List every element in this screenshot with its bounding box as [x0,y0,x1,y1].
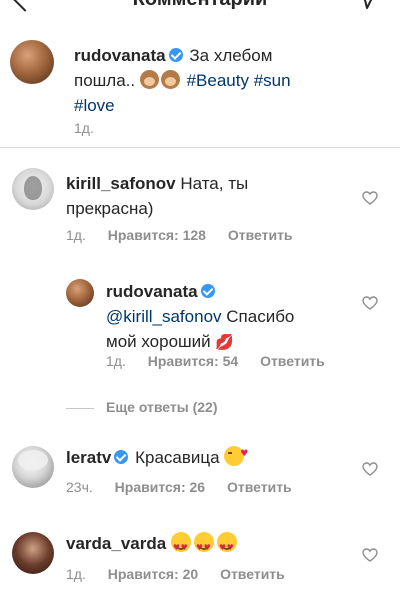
comment-meta: 1д. Нравится: 54 Ответить [106,353,343,369]
hashtag-sun[interactable]: #sun [254,71,291,90]
more-replies-divider [66,408,94,409]
face-blowing-kiss-icon [224,442,248,467]
caption-time: 1д. [74,120,94,136]
verified-badge-icon [114,450,129,464]
more-replies-button[interactable]: Еще ответы (22) [106,399,218,415]
page-title: Комментарии [0,0,400,11]
comment-likes[interactable]: Нравится: 26 [115,479,205,495]
comment-text-line1: Спасибо [226,307,295,326]
mention-link[interactable]: @kirill_safonov [106,307,222,326]
comment-username[interactable]: varda_varda [66,534,166,553]
heart-icon[interactable] [362,296,378,310]
caption-text: rudovanata За хлебом пошла.. #Beauty #su… [74,43,374,118]
hashtag-beauty[interactable]: #Beauty [187,71,249,90]
comment-likes[interactable]: Нравится: 54 [148,353,238,369]
avatar[interactable] [12,446,54,488]
reply-button[interactable]: Ответить [227,479,292,495]
comment-username[interactable]: rudovanata [106,282,198,301]
comment-text: leratv Красавица [66,442,346,470]
heart-icon[interactable] [362,548,378,562]
avatar[interactable] [12,532,54,574]
comment-text-line1: Ната, ты [180,174,249,193]
comment-time: 1д. [66,566,86,582]
heart-eyes-icon [193,532,214,560]
avatar[interactable] [66,279,94,307]
speak-no-evil-monkey-icon [160,70,180,89]
heart-icon[interactable] [362,462,378,476]
caption-text-line2: пошла.. [74,71,136,90]
avatar[interactable] [10,40,54,84]
comment-body: Красавица [135,448,220,467]
direct-send-icon[interactable] [356,0,378,10]
reply-button[interactable]: Ответить [220,566,285,582]
comment-text: kirill_safonov Ната, ты прекрасна) [66,171,346,221]
comment-likes[interactable]: Нравится: 128 [108,227,206,243]
heart-eyes-icon [216,532,237,560]
comment-username[interactable]: kirill_safonov [66,174,176,193]
comment-meta: 1д. Нравится: 128 Ответить [66,227,311,243]
reply-button[interactable]: Ответить [228,227,293,243]
comment-time: 23ч. [66,479,93,495]
verified-badge-icon [200,284,215,298]
comment-likes[interactable]: Нравится: 20 [108,566,198,582]
comment-text: varda_varda [66,531,346,560]
comment-meta: 1д. Нравится: 20 Ответить [66,566,303,582]
header: Комментарии [0,0,400,14]
comment-time: 1д. [106,353,126,369]
avatar[interactable] [12,168,54,210]
heart-icon[interactable] [362,191,378,205]
see-no-evil-monkey-icon [139,70,159,89]
caption-username[interactable]: rudovanata [74,46,166,65]
comment-text-line2: мой хороший [106,332,211,351]
post-caption: rudovanata За хлебом пошла.. #Beauty #su… [0,24,400,148]
heart-eyes-icon [170,532,191,560]
comment-time: 1д. [66,227,86,243]
comment-text-line2: прекрасна) [66,199,154,218]
comment-username[interactable]: leratv [66,448,111,467]
verified-badge-icon [168,48,183,62]
hashtag-love[interactable]: #love [74,96,115,115]
comment-text: rudovanata @kirill_safonov Спасибо мой х… [106,279,356,355]
reply-button[interactable]: Ответить [260,353,325,369]
comment-meta: 23ч. Нравится: 26 Ответить [66,479,310,495]
kiss-mark-icon: 💋 [215,333,235,351]
caption-text-line1: За хлебом [189,46,273,65]
